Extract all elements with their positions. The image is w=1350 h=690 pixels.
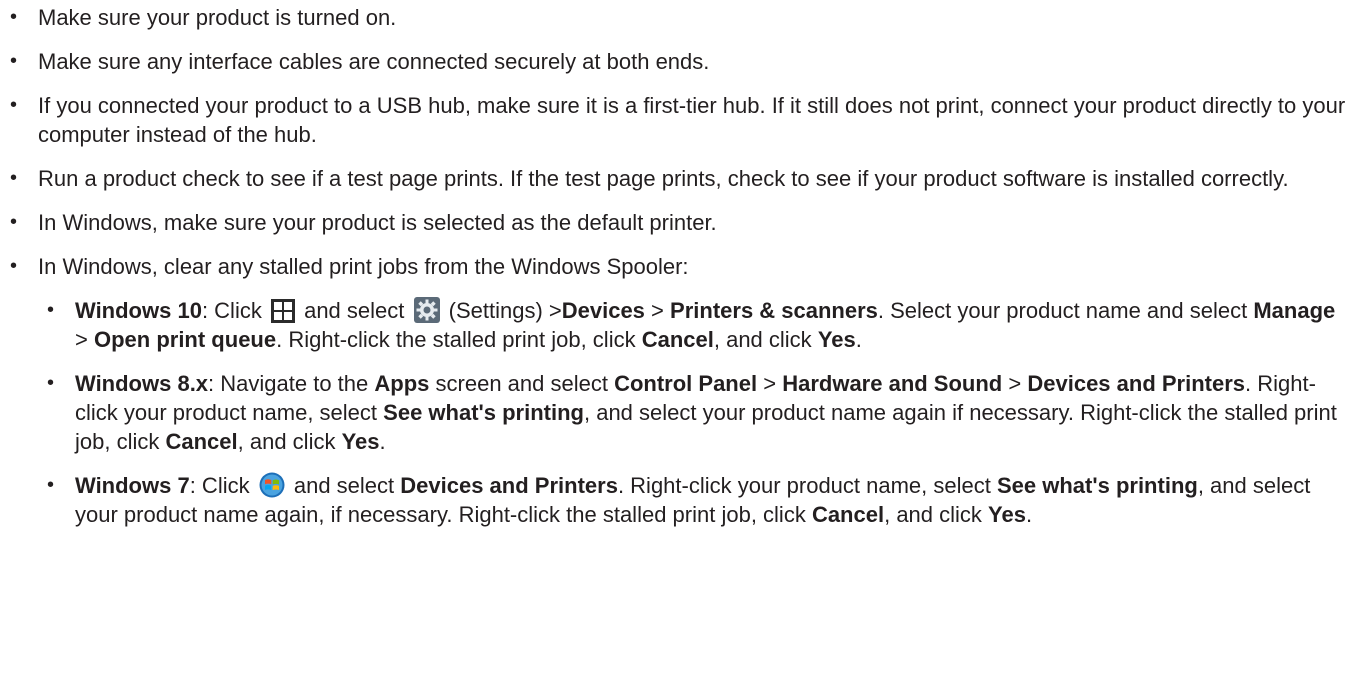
bullet: •: [47, 372, 55, 394]
troubleshooting-list: • Make sure your product is turned on. •…: [0, 3, 1350, 529]
yes-label: Yes: [988, 502, 1026, 527]
list-item: • Make sure any interface cables are con…: [0, 47, 1350, 76]
menu-path-control-panel: Control Panel: [614, 371, 758, 396]
cancel-label: Cancel: [811, 502, 885, 527]
list-item: • Make sure your product is turned on.: [0, 3, 1350, 32]
see-whats-printing-label: See what's printing: [383, 400, 584, 425]
yes-label: Yes: [341, 429, 380, 454]
windows-start-icon: [270, 299, 295, 323]
item-text: Make sure any interface cables are conne…: [38, 49, 710, 74]
menu-path-printers-scanners: Printers & scanners: [670, 298, 878, 323]
item-text: In Windows, make sure your product is se…: [38, 210, 717, 235]
list-item-windows-10: • Windows 10: Click and select (Settings…: [0, 296, 1350, 354]
menu-path-devices-printers: Devices and Printers: [400, 473, 618, 498]
text: : Navigate to the: [208, 371, 369, 396]
text: , and click: [237, 429, 336, 454]
list-item-windows-7: • Windows 7: Click and select Devices an…: [0, 471, 1350, 529]
text: >: [763, 371, 777, 396]
os-name: Windows 8.x: [75, 371, 209, 396]
menu-path-open-print-queue: Open print queue: [93, 327, 277, 352]
cancel-label: Cancel: [641, 327, 714, 352]
text: . Right-click your product name, select: [617, 473, 991, 498]
bullet: •: [47, 299, 55, 321]
text: >: [1008, 371, 1022, 396]
list-item: • If you connected your product to a USB…: [0, 91, 1350, 149]
menu-path-devices-printers: Devices and Printers: [1027, 371, 1246, 396]
text: screen and select: [435, 371, 608, 396]
item-text: In Windows, clear any stalled print jobs…: [38, 254, 689, 279]
checklist: • Make sure your product is turned on. •…: [0, 3, 1350, 281]
text: , and click: [884, 502, 982, 527]
text: (Settings) >: [448, 298, 562, 323]
text: . Select your product name and select: [877, 298, 1248, 323]
text: >: [75, 327, 88, 352]
text: .: [855, 327, 862, 352]
bullet: •: [10, 167, 18, 189]
text: . Right-click the stalled print job, cli…: [276, 327, 636, 352]
apps-label: Apps: [374, 371, 430, 396]
text: >: [651, 298, 664, 323]
text: .: [379, 429, 386, 454]
os-name: Windows 10: [75, 298, 202, 323]
menu-path-hardware-sound: Hardware and Sound: [782, 371, 1003, 396]
list-item: • In Windows, make sure your product is …: [0, 208, 1350, 237]
cancel-label: Cancel: [165, 429, 238, 454]
yes-label: Yes: [817, 327, 856, 352]
list-item-windows-8: • Windows 8.x: Navigate to the Apps scre…: [0, 369, 1350, 456]
bullet: •: [47, 474, 55, 496]
text: : Click: [201, 298, 262, 323]
settings-gear-icon: [413, 297, 440, 323]
bullet: •: [10, 6, 18, 28]
text: .: [1025, 502, 1033, 527]
bullet: •: [10, 211, 18, 233]
list-item: • In Windows, clear any stalled print jo…: [0, 252, 1350, 281]
bullet: •: [10, 255, 18, 277]
windows-7-orb-icon: [259, 472, 285, 498]
item-text: Make sure your product is turned on.: [38, 5, 397, 30]
menu-path-devices: Devices: [561, 298, 645, 323]
see-whats-printing-label: See what's printing: [997, 473, 1198, 498]
item-text: If you connected your product to a USB h…: [38, 93, 1346, 147]
text: and select: [304, 298, 405, 323]
list-item: • Run a product check to see if a test p…: [0, 164, 1350, 193]
spooler-steps: • Windows 10: Click and select (Settings…: [0, 296, 1350, 529]
bullet: •: [10, 94, 18, 116]
text: : Click: [189, 473, 250, 498]
text: , and click: [713, 327, 812, 352]
text: and select: [293, 473, 395, 498]
item-text: Run a product check to see if a test pag…: [38, 166, 1289, 191]
bullet: •: [10, 50, 18, 72]
os-name: Windows 7: [75, 473, 190, 498]
menu-path-manage: Manage: [1253, 298, 1336, 323]
